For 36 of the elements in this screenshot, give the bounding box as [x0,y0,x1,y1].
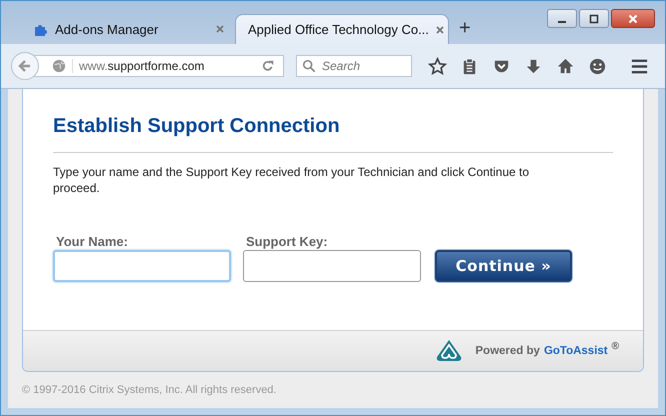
field-label: Support Key: [245,234,329,249]
star-icon[interactable] [428,56,447,76]
browser-tab[interactable]: Add-ons Manager [21,14,235,44]
continue-button[interactable]: Continue » [435,250,572,282]
copyright-text: © 1997-2016 Citrix Systems, Inc. All rights reserved. [22,383,278,396]
close-icon[interactable] [434,24,445,34]
maximize-icon [589,14,599,24]
brand-link[interactable]: GoToAssist [544,345,608,357]
registered-mark: ® [612,341,619,352]
instructions: Type your name and the Support Key received from your Technician and click Continue to proceed. [53,164,530,196]
search-icon [302,59,316,73]
back-arrow-icon [17,58,33,74]
close-icon[interactable] [215,24,225,34]
tab-title: Add-ons Manager [55,22,160,36]
url-text: www.supportforme.com [72,59,255,73]
home-icon[interactable] [556,56,575,76]
reload-icon[interactable] [261,59,275,73]
minimize-icon [558,20,566,22]
chat-icon[interactable] [588,56,607,76]
maximize-button[interactable] [579,9,609,28]
field-label: Your Name: [55,234,129,249]
input-field[interactable] [243,250,421,282]
search-field[interactable]: Search [296,55,412,77]
tab-title: Applied Office Technology Co... [248,22,429,37]
new-tab-button[interactable]: + [449,17,481,44]
close-icon [628,14,638,24]
logo-icon [435,339,464,363]
browser-tab[interactable]: Applied Office Technology Co... [235,14,449,44]
page-title: Establish Support Connection [53,115,341,138]
globe-icon [52,59,66,73]
minimize-button[interactable] [547,9,577,28]
input-field[interactable] [53,250,231,282]
menu-icon[interactable] [630,56,649,76]
close-button[interactable] [611,9,655,28]
powered-by-text: Powered by [475,345,540,357]
back-button[interactable] [11,52,39,80]
